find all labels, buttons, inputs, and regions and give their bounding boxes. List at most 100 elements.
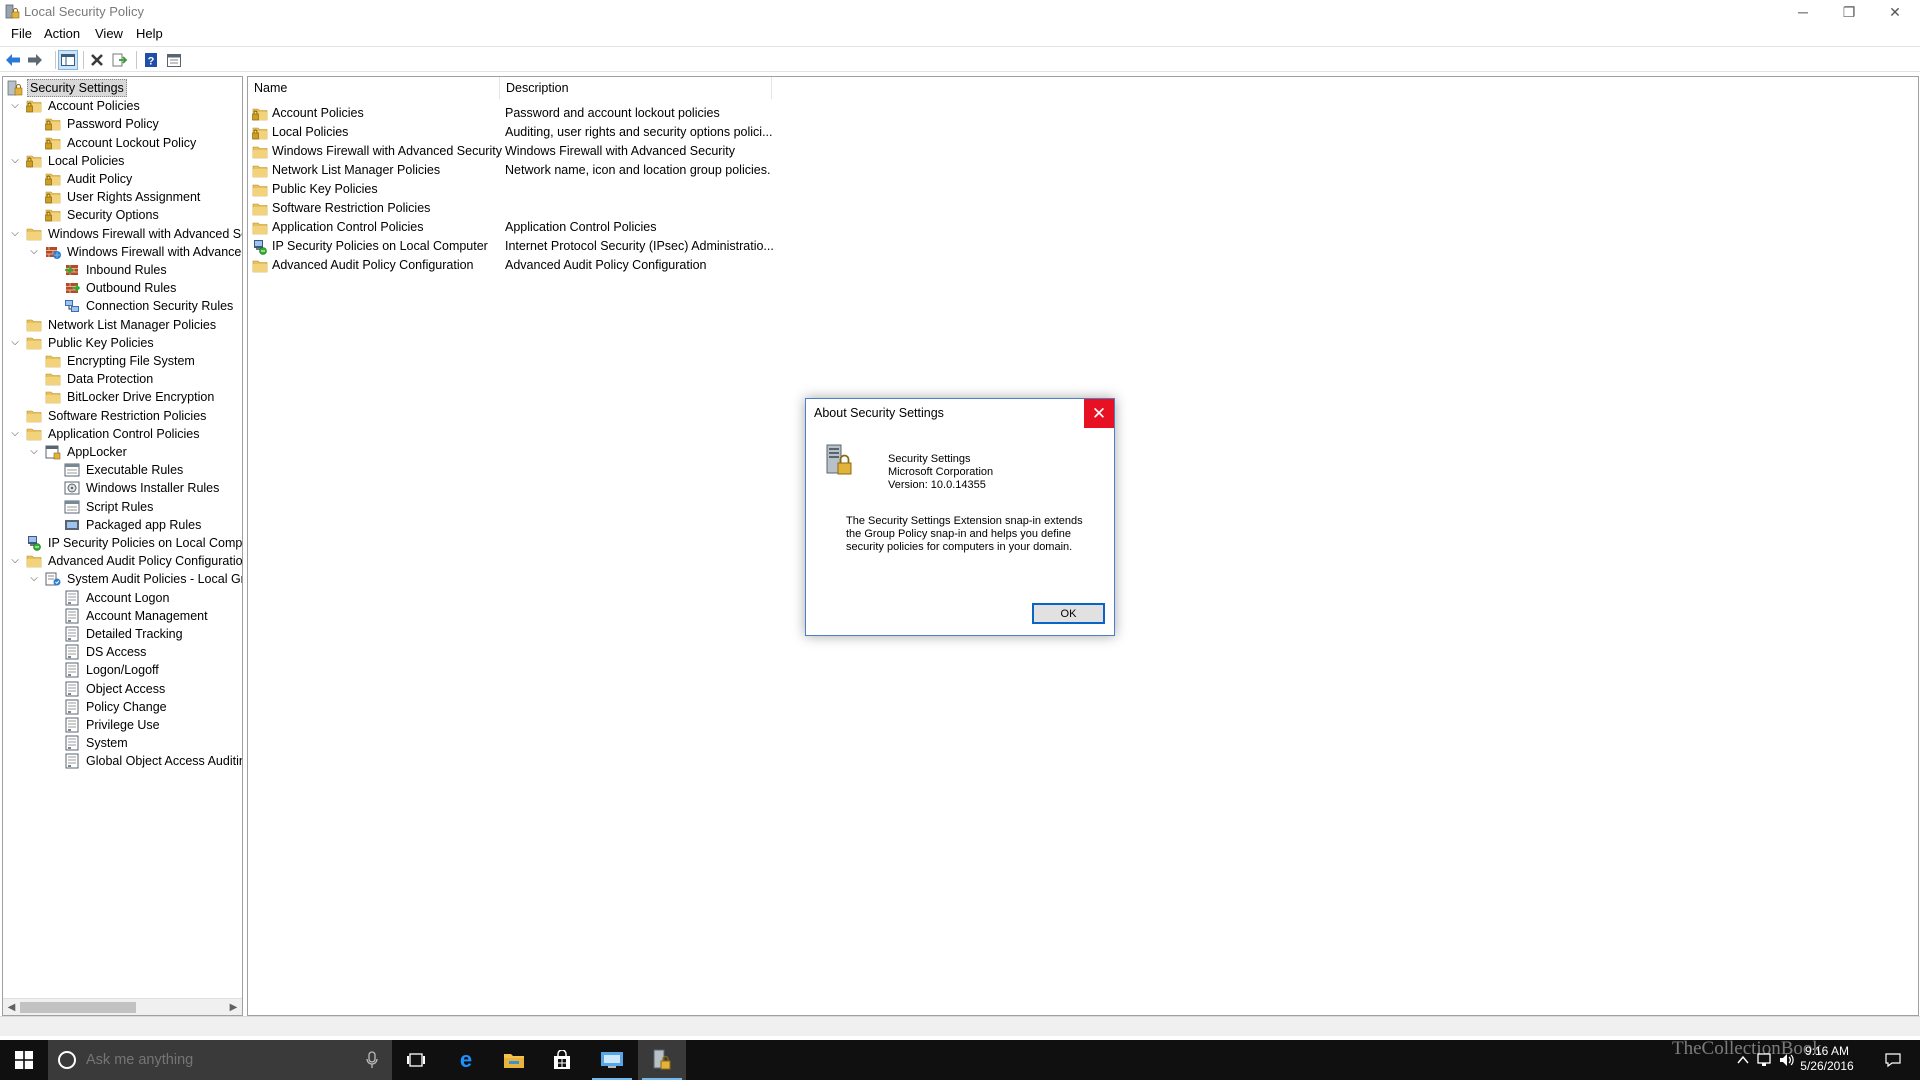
scrollbar-thumb[interactable] [20, 1002, 136, 1013]
expand-chevron-icon[interactable]: ⌵ [8, 225, 22, 243]
folder-icon [252, 182, 268, 198]
tree-item-label: User Rights Assignment [67, 190, 201, 205]
company-name: Microsoft Corporation [888, 466, 994, 478]
delete-icon[interactable] [87, 50, 107, 70]
scroll-right-icon[interactable]: ▶ [225, 999, 242, 1015]
list-item-ip-security-policies-on-local-computer[interactable]: IP Security Policies on Local Computer In… [252, 237, 792, 256]
product-name: Security Settings [888, 453, 971, 465]
folder-lock-icon [252, 106, 268, 122]
folder-lock-icon [45, 207, 61, 223]
folder-icon [252, 258, 268, 274]
list-item-application-control-policies[interactable]: Application Control Policies Application … [252, 218, 792, 237]
expand-chevron-icon[interactable]: ⌵ [8, 552, 22, 570]
expand-chevron-icon[interactable]: ⌵ [8, 425, 22, 443]
toolbar-separator [83, 51, 84, 69]
title-bar: Local Security Policy ─ ❐ ✕ [0, 0, 1920, 24]
folder-icon [45, 353, 61, 369]
remote-desktop-icon[interactable] [588, 1040, 636, 1080]
audit-doc-icon [64, 626, 80, 642]
list-item-description: Network name, icon and location group po… [505, 163, 771, 177]
ip-security-icon [252, 239, 268, 255]
tree-item-label: Account Lockout Policy [67, 135, 197, 150]
tree-item-label: AppLocker [67, 445, 127, 459]
security-settings-icon [7, 80, 23, 96]
list-item-name: Network List Manager Policies [272, 163, 441, 177]
svg-text:?: ? [148, 56, 155, 68]
list-item-network-list-manager-policies[interactable]: Network List Manager Policies Network nam… [252, 161, 792, 180]
expand-chevron-icon[interactable]: ⌵ [8, 97, 22, 115]
list-item-description: Windows Firewall with Advanced Security [505, 144, 735, 158]
ok-button[interactable]: OK [1032, 603, 1105, 624]
firewall-icon [45, 244, 61, 260]
task-view-icon[interactable] [392, 1040, 440, 1080]
action-center-icon[interactable] [1884, 1052, 1902, 1068]
audit-doc-icon [64, 735, 80, 751]
tree-item-label: Audit Policy [67, 172, 133, 186]
store-icon[interactable] [538, 1040, 586, 1080]
expand-chevron-icon[interactable]: ⌵ [27, 243, 41, 261]
installer-rules-icon [64, 480, 80, 496]
console-tree[interactable]: Security Settings ⌵ Account Policies Passwo… [2, 76, 243, 1016]
edge-icon[interactable]: e [442, 1040, 490, 1080]
local-security-policy-icon[interactable] [638, 1040, 686, 1080]
menu-action[interactable]: Action [42, 26, 82, 41]
file-explorer-icon[interactable] [490, 1040, 538, 1080]
back-icon[interactable] [3, 50, 23, 70]
microphone-icon[interactable] [366, 1051, 378, 1069]
audit-doc-icon [64, 717, 80, 733]
tree-item-label: Account Policies [48, 99, 140, 114]
toolbar-separator [55, 51, 56, 69]
forward-icon[interactable] [25, 50, 45, 70]
tree-horizontal-scrollbar[interactable]: ◀ ▶ [3, 998, 242, 1015]
list-item-account-policies[interactable]: Account Policies Password and account loc… [252, 104, 792, 123]
menu-help[interactable]: Help [134, 26, 165, 41]
tree-item-label: Password Policy [67, 117, 159, 132]
expand-chevron-icon[interactable]: ⌵ [8, 152, 22, 170]
list-item-software-restriction-policies[interactable]: Software Restriction Policies [252, 199, 792, 218]
folder-icon [45, 371, 61, 387]
about-dialog: About Security Settings ✕ Security Setti… [805, 398, 1115, 636]
properties-icon[interactable] [164, 50, 184, 70]
export-list-icon[interactable] [110, 50, 130, 70]
security-settings-icon [826, 444, 852, 475]
list-item-description: Advanced Audit Policy Configuration [505, 258, 707, 272]
folder-lock-icon [45, 189, 61, 205]
scroll-left-icon[interactable]: ◀ [3, 999, 20, 1015]
tree-item-label: Windows Firewall with Advanced [67, 244, 243, 259]
svg-text:e: e [460, 1049, 472, 1071]
restore-button[interactable]: ❐ [1826, 0, 1872, 24]
dialog-close-button[interactable]: ✕ [1084, 399, 1114, 428]
tree-item-label: Privilege Use [86, 718, 160, 732]
menu-view[interactable]: View [93, 26, 125, 41]
minimize-button[interactable]: ─ [1780, 0, 1826, 24]
tree-item-label: Network List Manager Policies [48, 317, 217, 332]
tree-item-label: Executable Rules [86, 463, 184, 478]
show-hide-tree-icon[interactable] [58, 50, 78, 70]
search-box[interactable] [48, 1040, 392, 1080]
list-item-advanced-audit-policy-configuration[interactable]: Advanced Audit Policy Configuration Advan… [252, 256, 792, 275]
close-window-button[interactable]: ✕ [1872, 0, 1918, 24]
tree-item-label: Policy Change [86, 699, 167, 714]
list-item-description: Password and account lockout policies [505, 106, 720, 120]
list-item-public-key-policies[interactable]: Public Key Policies [252, 180, 792, 199]
version-text: Version: 10.0.14355 [888, 479, 986, 491]
audit-doc-icon [64, 699, 80, 715]
expand-chevron-icon[interactable]: ⌵ [27, 570, 41, 588]
column-header-name[interactable]: Name [248, 77, 500, 99]
expand-chevron-icon[interactable]: ⌵ [8, 334, 22, 352]
tree-item-label: Detailed Tracking [86, 627, 183, 641]
column-header-description[interactable]: Description [500, 77, 772, 99]
search-input[interactable] [84, 1048, 344, 1072]
toolbar-separator [136, 51, 137, 69]
menu-file[interactable]: File [9, 26, 34, 41]
help-icon[interactable]: ? [141, 50, 161, 70]
folder-lock-icon [26, 98, 42, 114]
audit-doc-icon [64, 753, 80, 769]
expand-chevron-icon[interactable]: ⌵ [27, 443, 41, 461]
list-item-description: Internet Protocol Security (IPsec) Admin… [505, 239, 774, 253]
list-item-name: Software Restriction Policies [272, 201, 431, 215]
tree-item-label: Advanced Audit Policy Configuration [48, 554, 243, 569]
list-item-local-policies[interactable]: Local Policies Auditing, user rights and … [252, 123, 792, 142]
start-button[interactable] [0, 1040, 48, 1080]
list-item-windows-firewall-with-advanced-security[interactable]: Windows Firewall with Advanced Security W… [252, 142, 792, 161]
